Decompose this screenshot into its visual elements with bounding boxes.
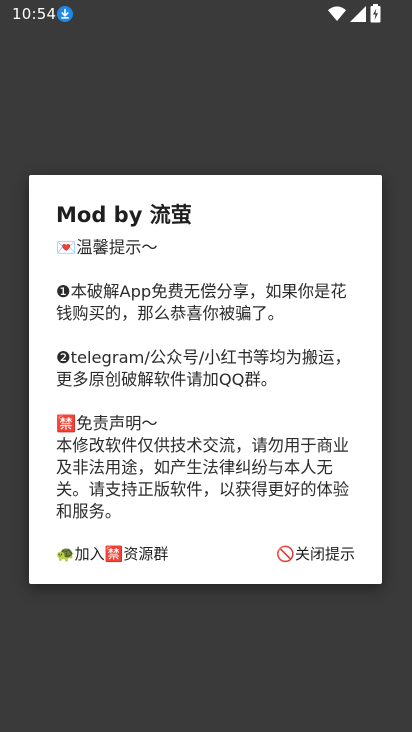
tip-heading: 💌温馨提示～ [56,238,158,257]
status-bar: 10:54 [0,0,412,28]
signal-icon [350,6,366,22]
download-icon [57,6,73,22]
battery-icon [370,4,381,23]
close-tip-button[interactable]: 🚫关闭提示 [276,541,355,566]
dialog-message: 💌温馨提示～ ❶本破解App免费无偿分享，如果你是花钱购买的，那么恭喜你被骗了。… [56,237,356,523]
status-time: 10:54 [12,5,57,23]
notice-paragraph-1: ❶本破解App免费无偿分享，如果你是花钱购买的，那么恭喜你被骗了。 [56,282,347,323]
join-group-button[interactable]: 🐢加入🈲资源群 [56,541,168,566]
screen: 10:54 Mod by 流萤 💌温馨提示～ ❶本破解App免费无偿分享，如果你… [0,0,412,732]
disclaimer-heading: 🈲免责声明～ [56,414,158,433]
dialog-title: Mod by 流萤 [56,203,192,227]
notice-paragraph-2: ❷telegram/公众号/小红书等均为搬运，更多原创破解软件请加QQ群。 [56,348,351,389]
alert-dialog: Mod by 流萤 💌温馨提示～ ❶本破解App免费无偿分享，如果你是花钱购买的… [29,175,382,584]
wifi-icon [328,6,346,21]
disclaimer-text: 本修改软件仅供技术交流，请勿用于商业及非法用途，如产生法律纠纷与本人无关。请支持… [56,436,350,521]
